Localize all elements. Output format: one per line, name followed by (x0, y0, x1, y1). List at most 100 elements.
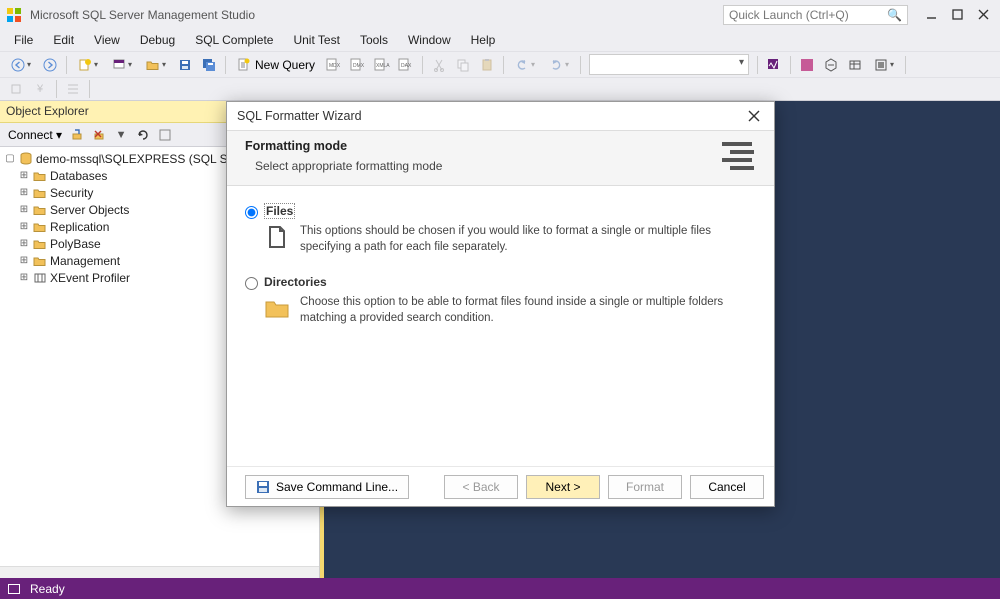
menu-edit[interactable]: Edit (43, 31, 84, 49)
oe-stop-icon[interactable] (155, 125, 175, 145)
ext-button-3[interactable] (844, 54, 866, 76)
tree-root-label: demo-mssql\SQLEXPRESS (SQL S (36, 152, 228, 166)
redo-button[interactable]: ▾ (543, 54, 575, 76)
format-lines-icon (720, 139, 756, 175)
close-button[interactable] (972, 6, 994, 24)
main-area: Object Explorer Connect ▾ ▼ ▢ demo-mssql… (0, 101, 1000, 578)
back-button[interactable]: < Back (444, 475, 518, 499)
svg-text:DAX: DAX (401, 63, 412, 69)
option-files[interactable]: Files This options should be chosen if y… (245, 204, 756, 255)
option-directories[interactable]: Directories Choose this option to be abl… (245, 275, 756, 326)
dax-query-button[interactable]: DAX (395, 54, 417, 76)
sql-toolbar: ¥ (0, 77, 1000, 101)
tree-label: XEvent Profiler (50, 271, 130, 285)
folder-large-icon (264, 295, 290, 321)
nav-back-button[interactable]: ▾ (5, 54, 37, 76)
database-combo[interactable] (589, 54, 749, 75)
new-item-button[interactable]: ▾ (72, 54, 104, 76)
expand-icon[interactable]: ⊞ (18, 170, 30, 181)
ext-button-2[interactable] (820, 54, 842, 76)
tree-label: Replication (50, 220, 109, 234)
menu-view[interactable]: View (84, 31, 130, 49)
main-toolbar: ▾ ▾ ▾ ▾ New Query MDX DMX XMLA DAX ▾ ▾ ▾ (0, 51, 1000, 77)
svg-text:DMX: DMX (353, 63, 365, 69)
dialog-close-button[interactable] (744, 106, 764, 126)
new-query-label: New Query (255, 58, 315, 72)
copy-button[interactable] (452, 54, 474, 76)
open-project-button[interactable]: ▾ (106, 54, 138, 76)
menu-file[interactable]: File (4, 31, 43, 49)
nav-forward-button[interactable] (39, 54, 61, 76)
oe-connect-icon[interactable] (67, 125, 87, 145)
dialog-header-title: Formatting mode (245, 139, 712, 153)
option-directories-radio[interactable] (245, 277, 258, 290)
collapse-icon[interactable]: ▢ (4, 153, 16, 164)
mdx-query-button[interactable]: MDX (323, 54, 345, 76)
maximize-button[interactable] (946, 6, 968, 24)
search-icon: 🔍 (887, 8, 902, 22)
undo-button[interactable]: ▾ (509, 54, 541, 76)
menu-tools[interactable]: Tools (350, 31, 398, 49)
tree-label: Databases (50, 169, 107, 183)
titlebar: Microsoft SQL Server Management Studio Q… (0, 0, 1000, 29)
menu-help[interactable]: Help (461, 31, 506, 49)
next-button[interactable]: Next > (526, 475, 600, 499)
option-files-radio[interactable] (245, 206, 258, 219)
xmla-query-button[interactable]: XMLA (371, 54, 393, 76)
open-folder-button[interactable]: ▾ (140, 54, 172, 76)
server-icon (18, 152, 34, 166)
save-all-button[interactable] (198, 54, 220, 76)
expand-icon[interactable]: ⊞ (18, 272, 30, 283)
ext-button-1[interactable] (796, 54, 818, 76)
save-command-line-button[interactable]: Save Command Line... (245, 475, 409, 499)
activity-monitor-button[interactable] (763, 54, 785, 76)
dmx-query-button[interactable]: DMX (347, 54, 369, 76)
folder-icon (32, 254, 48, 268)
expand-icon[interactable]: ⊞ (18, 238, 30, 249)
dialog-title: SQL Formatter Wizard (237, 109, 362, 123)
folder-icon (32, 237, 48, 251)
status-text: Ready (30, 582, 65, 596)
folder-icon (32, 186, 48, 200)
minimize-button[interactable] (920, 6, 942, 24)
svg-text:MDX: MDX (329, 63, 341, 69)
app-icon (6, 7, 22, 23)
app-title: Microsoft SQL Server Management Studio (30, 8, 255, 22)
menu-window[interactable]: Window (398, 31, 461, 49)
quick-launch-input[interactable]: Quick Launch (Ctrl+Q) 🔍 (723, 5, 908, 25)
connect-button[interactable]: Connect ▾ (4, 128, 66, 142)
status-window-icon (8, 584, 20, 594)
folder-icon (32, 203, 48, 217)
statusbar: Ready (0, 578, 1000, 599)
tree-label: Server Objects (50, 203, 129, 217)
expand-icon[interactable]: ⊞ (18, 204, 30, 215)
xevent-icon (32, 271, 48, 285)
cancel-button[interactable]: Cancel (690, 475, 764, 499)
option-directories-label: Directories (264, 275, 327, 289)
option-files-desc: This options should be chosen if you wou… (300, 224, 756, 255)
paste-button[interactable] (476, 54, 498, 76)
folder-icon (32, 169, 48, 183)
menu-debug[interactable]: Debug (130, 31, 185, 49)
horizontal-scrollbar[interactable] (0, 566, 319, 578)
format-button[interactable]: Format (608, 475, 682, 499)
new-query-button[interactable]: New Query (230, 54, 322, 76)
sql-btn-3[interactable] (62, 78, 84, 100)
oe-refresh-icon[interactable] (133, 125, 153, 145)
sql-btn-1[interactable] (5, 78, 27, 100)
oe-filter-icon[interactable]: ▼ (111, 125, 131, 145)
expand-icon[interactable]: ⊞ (18, 255, 30, 266)
ext-button-4[interactable]: ▾ (868, 54, 900, 76)
oe-disconnect-icon[interactable] (89, 125, 109, 145)
dialog-header-subtitle: Select appropriate formatting mode (245, 159, 712, 173)
cut-button[interactable] (428, 54, 450, 76)
dialog-footer: Save Command Line... < Back Next > Forma… (227, 466, 774, 506)
dialog-header: Formatting mode Select appropriate forma… (227, 130, 774, 186)
expand-icon[interactable]: ⊞ (18, 187, 30, 198)
menu-sqlcomplete[interactable]: SQL Complete (185, 31, 283, 49)
expand-icon[interactable]: ⊞ (18, 221, 30, 232)
menu-unittest[interactable]: Unit Test (283, 31, 349, 49)
sql-btn-2[interactable]: ¥ (29, 78, 51, 100)
save-button[interactable] (174, 54, 196, 76)
file-icon (264, 224, 290, 250)
